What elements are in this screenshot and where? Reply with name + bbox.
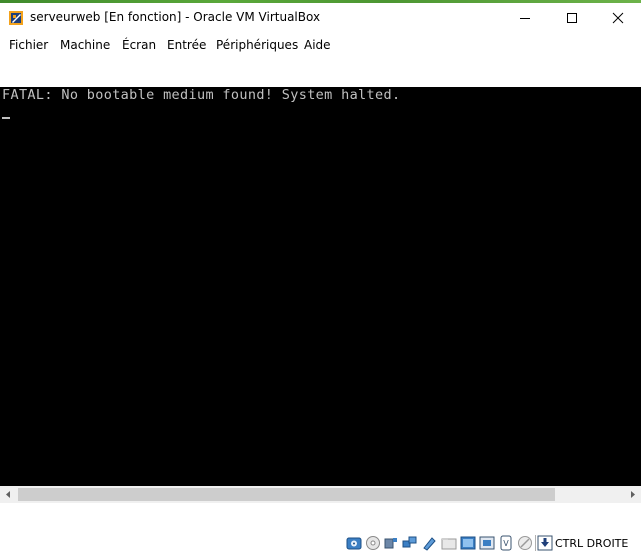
console-cursor: [2, 117, 10, 119]
keyboard-capture-icon[interactable]: [537, 535, 553, 551]
optical-drive-icon[interactable]: [365, 535, 381, 551]
console-error-message: FATAL: No bootable medium found! System …: [2, 87, 401, 103]
virtualbox-icon: [8, 10, 24, 26]
close-icon: [612, 12, 624, 24]
menu-entree[interactable]: Entrée: [167, 38, 206, 52]
network-icon[interactable]: [402, 535, 418, 551]
chevron-left-icon: [6, 491, 10, 498]
usb-icon[interactable]: [421, 535, 437, 551]
svg-text:V: V: [503, 539, 509, 548]
menu-bar: Fichier Machine Écran Entrée Périphériqu…: [0, 33, 641, 56]
title-bar[interactable]: serveurweb [En fonction] - Oracle VM Vir…: [0, 3, 641, 33]
window-title: serveurweb [En fonction] - Oracle VM Vir…: [30, 10, 321, 24]
minimize-icon: [520, 18, 530, 19]
menu-aide[interactable]: Aide: [304, 38, 331, 52]
scroll-right-button[interactable]: [624, 486, 641, 503]
menu-peripheriques[interactable]: Périphériques: [216, 38, 298, 52]
scrollbar-thumb[interactable]: [18, 488, 555, 501]
audio-icon[interactable]: [383, 535, 399, 551]
scroll-left-button[interactable]: [0, 486, 17, 503]
menu-machine[interactable]: Machine: [60, 38, 110, 52]
close-button[interactable]: [595, 3, 641, 33]
menu-ecran[interactable]: Écran: [122, 38, 156, 52]
minimize-button[interactable]: [502, 3, 548, 33]
host-key-label: CTRL DROITE: [555, 537, 629, 550]
status-separator: [535, 535, 536, 551]
status-bar: V CTRL DROITE: [0, 503, 641, 559]
vm-display[interactable]: FATAL: No bootable medium found! System …: [0, 87, 641, 486]
video-capture-icon[interactable]: [479, 535, 495, 551]
horizontal-scrollbar[interactable]: [0, 486, 641, 503]
mouse-integration-icon[interactable]: [517, 535, 533, 551]
shared-folders-icon[interactable]: [441, 535, 457, 551]
maximize-icon: [567, 13, 577, 23]
maximize-button[interactable]: [549, 3, 595, 33]
hard-disk-icon[interactable]: [346, 535, 362, 551]
chevron-right-icon: [631, 491, 635, 498]
display-icon[interactable]: [460, 535, 476, 551]
cpu-icon[interactable]: V: [498, 535, 514, 551]
menu-fichier[interactable]: Fichier: [9, 38, 48, 52]
